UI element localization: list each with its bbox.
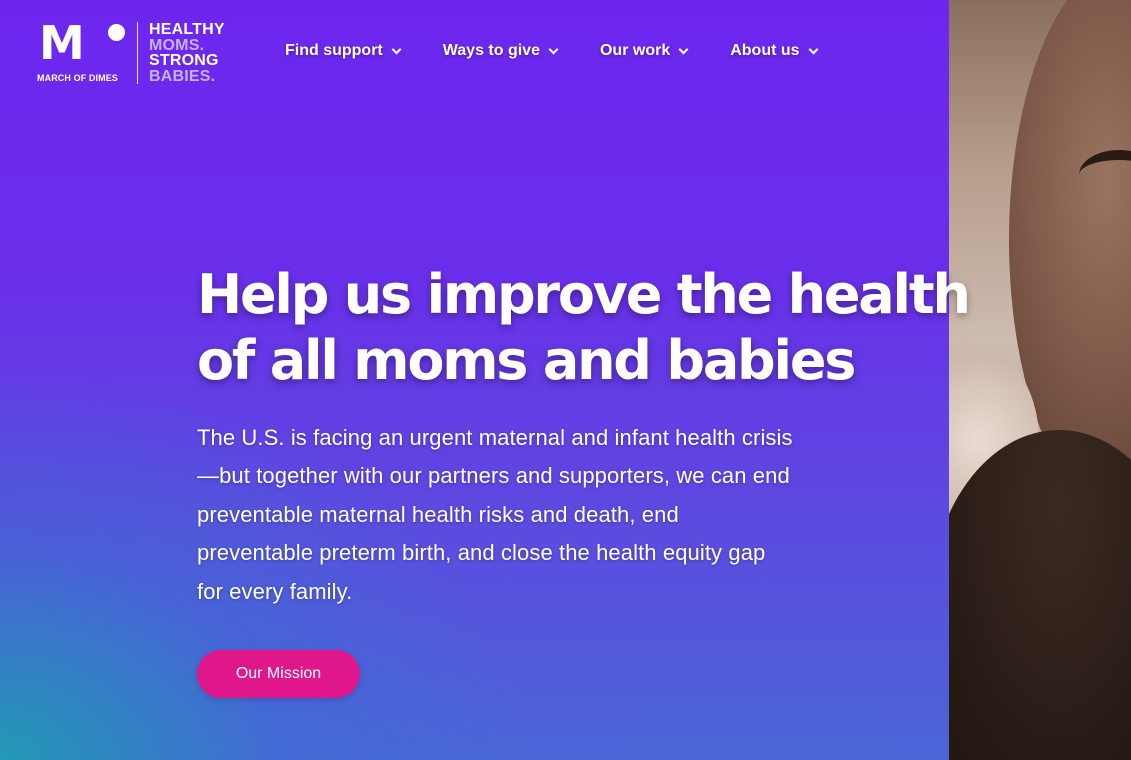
chevron-down-icon (548, 44, 559, 54)
nav-item-label: Find support (285, 42, 383, 59)
site-header: M MARCH OF DIMES HEALTHY MOMS. STRONG BA… (0, 0, 949, 100)
nav-item-about-us[interactable]: About us (730, 40, 818, 62)
logo-subtext: MARCH OF DIMES (37, 73, 118, 83)
logo-divider (137, 22, 138, 84)
tagline-line-4: BABIES. (149, 67, 216, 85)
tagline-line-3: STRONG (149, 52, 219, 69)
chevron-down-icon (391, 44, 402, 54)
nav-item-label: Our work (599, 42, 671, 59)
chevron-down-icon (808, 44, 818, 54)
hero-headline: Help us improve the health of all moms a… (197, 262, 997, 394)
hero-headline-line-2: of all moms and babies (197, 329, 856, 392)
nav-item-find-support[interactable]: Find support (285, 40, 402, 62)
nav-item-label: About us (730, 42, 800, 59)
photo-baby-hair (949, 430, 1131, 760)
tagline-line-2: MOMS. (149, 36, 205, 54)
nav-item-our-work[interactable]: Our work (599, 40, 689, 62)
hero-body-text: The U.S. is facing an urgent maternal an… (197, 425, 793, 604)
logo-tagline: HEALTHY MOMS. STRONG BABIES. (149, 22, 225, 84)
chevron-down-icon (678, 44, 689, 54)
our-mission-button[interactable]: Our Mission (197, 650, 360, 698)
hero-headline-line-1: Help us improve the health (197, 263, 971, 326)
page: M MARCH OF DIMES HEALTHY MOMS. STRONG BA… (0, 0, 1131, 760)
logo-dot (108, 24, 125, 41)
logo-mark-letter: M (39, 16, 85, 70)
tagline-line-1: HEALTHY (149, 21, 225, 38)
logo-mark: M MARCH OF DIMES (37, 16, 129, 86)
nav-item-ways-to-give[interactable]: Ways to give (442, 40, 559, 62)
march-of-dimes-logo[interactable]: M MARCH OF DIMES HEALTHY MOMS. STRONG BA… (37, 16, 242, 86)
nav-item-label: Ways to give (442, 42, 540, 59)
main-nav: Find support Ways to give Our work About… (285, 40, 818, 62)
